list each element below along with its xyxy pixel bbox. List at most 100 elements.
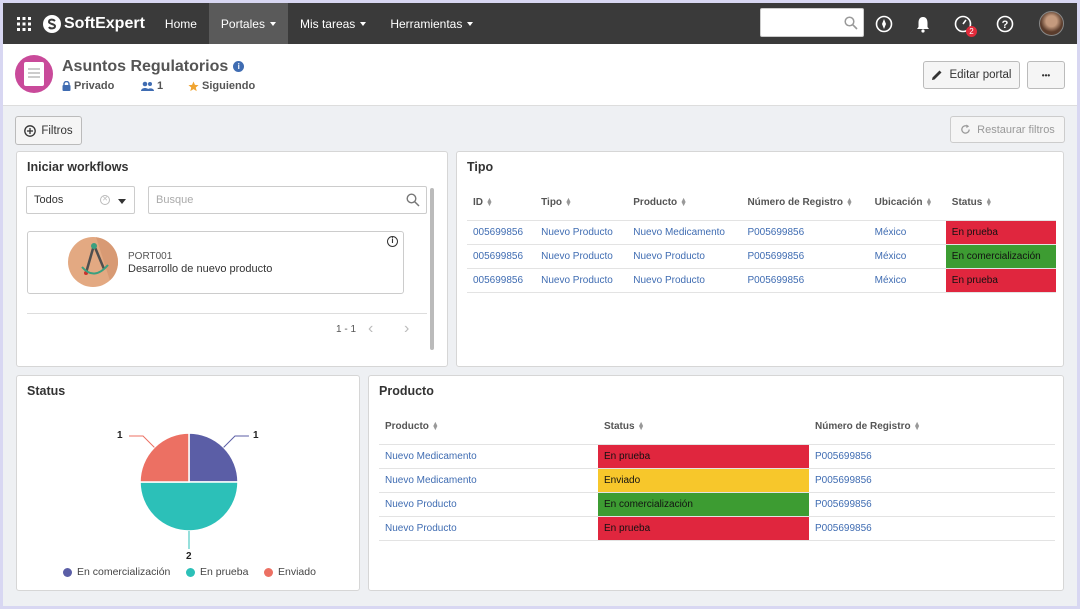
column-header[interactable]: Status ▲ ▼ xyxy=(598,410,809,444)
cell-link[interactable]: México xyxy=(875,227,907,238)
cell-link[interactable]: Nuevo Producto xyxy=(633,275,705,286)
legend-item[interactable]: Enviado xyxy=(264,566,316,578)
cell-link[interactable]: Nuevo Producto xyxy=(541,227,613,238)
workflow-card[interactable]: PORT001 Desarrollo de nuevo producto i xyxy=(27,231,404,294)
status-badge: En prueba xyxy=(598,443,809,468)
cell-link[interactable]: México xyxy=(875,275,907,286)
legend-item[interactable]: En comercialización xyxy=(63,566,170,578)
refresh-icon xyxy=(961,124,970,134)
cell-link[interactable]: P005699856 xyxy=(815,475,872,486)
pie-slice-en-prueba[interactable] xyxy=(139,481,239,532)
column-header[interactable]: Ubicación ▲ ▼ xyxy=(869,186,946,220)
cell-link[interactable]: 005699856 xyxy=(473,275,523,286)
table-cell: Nuevo Producto xyxy=(379,515,598,541)
table-row[interactable]: 005699856 Nuevo Producto Nuevo Producto P00… xyxy=(467,243,1056,268)
status-badge: Enviado xyxy=(598,467,809,492)
timer-icon[interactable]: 2 xyxy=(953,14,977,37)
cell-link[interactable]: P005699856 xyxy=(747,251,804,262)
chevron-left-icon[interactable]: ‹ xyxy=(368,320,373,338)
global-search-input[interactable] xyxy=(760,8,864,37)
data-label: 1 xyxy=(252,430,259,442)
legend-swatch xyxy=(264,567,273,577)
cell-link[interactable]: Nuevo Medicamento xyxy=(385,451,477,462)
table-cell: Nuevo Producto xyxy=(627,267,742,293)
cell-link[interactable]: Nuevo Producto xyxy=(385,523,457,534)
chevron-right-icon[interactable]: › xyxy=(404,320,409,338)
column-header-label: Producto xyxy=(633,197,678,209)
table-row[interactable]: Nuevo Medicamento Enviado P005699856 xyxy=(379,467,1055,492)
cell-link[interactable]: P005699856 xyxy=(747,227,804,238)
cell-link[interactable]: P005699856 xyxy=(747,275,804,286)
column-header[interactable]: Número de Registro ▲ ▼ xyxy=(809,410,1055,444)
chevron-down-icon[interactable] xyxy=(118,199,126,204)
column-header[interactable]: Tipo ▲ ▼ xyxy=(535,186,627,220)
cell-link[interactable]: Nuevo Producto xyxy=(541,251,613,262)
following-label: Siguiendo xyxy=(202,80,256,92)
column-header[interactable]: Producto ▲ ▼ xyxy=(627,186,741,220)
cell-link[interactable]: Nuevo Producto xyxy=(541,275,613,286)
user-avatar[interactable] xyxy=(1039,11,1064,36)
sort-icon: ▲ ▼ xyxy=(925,196,933,208)
table-row[interactable]: 005699856 Nuevo Producto Nuevo Producto P00… xyxy=(467,267,1056,293)
edit-portal-button[interactable]: Editar portal xyxy=(923,61,1020,89)
main-nav: Home Portales Mis tareas Herramientas xyxy=(153,3,485,44)
nav-item-portales[interactable]: Portales xyxy=(208,3,288,44)
star-icon xyxy=(188,80,199,91)
nav-item-herramientas[interactable]: Herramientas xyxy=(378,3,485,44)
leader-line xyxy=(129,435,155,448)
workflow-search-input[interactable]: Busque xyxy=(148,186,427,214)
cell-link[interactable]: Nuevo Medicamento xyxy=(633,227,725,238)
column-header[interactable]: Producto ▲ ▼ xyxy=(379,410,598,444)
cell-link[interactable]: Nuevo Producto xyxy=(633,251,705,262)
nav-item-mis-tareas[interactable]: Mis tareas xyxy=(288,3,378,44)
legend-label: En prueba xyxy=(200,566,249,578)
legend-label: En comercialización xyxy=(77,566,171,578)
status-panel: Status En comercialización En prueba Envia… xyxy=(16,375,360,591)
table-cell: México xyxy=(868,219,946,244)
cell-link[interactable]: P005699856 xyxy=(815,499,872,510)
apps-grid-icon[interactable] xyxy=(9,3,39,44)
info-icon[interactable]: i xyxy=(233,61,245,72)
more-options-button[interactable]: ••• xyxy=(1027,61,1065,89)
portal-header: Asuntos Regulatorios i Privado 1 Siguiend… xyxy=(3,44,1077,106)
cell-link[interactable]: P005699856 xyxy=(815,451,872,462)
page-title: Asuntos Regulatorios i xyxy=(62,58,245,76)
cell-link[interactable]: Nuevo Medicamento xyxy=(385,475,477,486)
members-label: 1 xyxy=(157,80,164,92)
compass-icon[interactable] xyxy=(874,14,894,34)
table-cell: Nuevo Producto xyxy=(535,243,628,268)
members-count[interactable]: 1 xyxy=(141,80,163,92)
data-label: 2 xyxy=(186,551,192,562)
cell-link[interactable]: P005699856 xyxy=(815,523,872,534)
workflow-type-select[interactable]: Todos ✕ xyxy=(26,186,135,214)
cell-link[interactable]: 005699856 xyxy=(473,251,523,262)
column-header[interactable]: ID ▲ ▼ xyxy=(467,186,535,220)
bell-icon[interactable] xyxy=(913,14,933,34)
search-icon xyxy=(844,16,858,30)
reset-filters-button[interactable]: Restaurar filtros xyxy=(950,116,1065,143)
legend-item[interactable]: En prueba xyxy=(186,566,248,578)
help-icon[interactable]: ? xyxy=(995,14,1015,34)
sort-icon: ▲ ▼ xyxy=(846,196,853,208)
table-row[interactable]: Nuevo Medicamento En prueba P005699856 xyxy=(379,443,1055,468)
table-row[interactable]: Nuevo Producto En prueba P005699856 xyxy=(379,515,1055,541)
cell-link[interactable]: Nuevo Producto xyxy=(385,499,457,510)
search-icon[interactable] xyxy=(406,193,420,207)
filters-button[interactable]: Filtros xyxy=(15,116,82,145)
nav-item-label: Portales xyxy=(220,16,265,31)
cell-link[interactable]: 005699856 xyxy=(473,227,523,238)
brand-logo[interactable]: SoftExpert xyxy=(43,14,145,33)
following-status[interactable]: Siguiendo xyxy=(188,80,255,92)
info-icon[interactable]: i xyxy=(387,236,398,247)
reset-filters-label: Restaurar filtros xyxy=(977,123,1055,136)
nav-item-home[interactable]: Home xyxy=(153,3,209,44)
table-row[interactable]: Nuevo Producto En comercialización P005699… xyxy=(379,491,1055,516)
column-header[interactable]: Status ▲ ▼ xyxy=(946,186,1056,220)
cell-link[interactable]: México xyxy=(875,251,907,262)
table-row[interactable]: 005699856 Nuevo Producto Nuevo Medicamento… xyxy=(467,219,1056,244)
scrollbar[interactable] xyxy=(430,188,434,350)
column-header[interactable]: Número de Registro ▲ ▼ xyxy=(741,186,868,220)
sort-icon: ▲ ▼ xyxy=(565,196,572,208)
clear-icon[interactable]: ✕ xyxy=(100,195,110,205)
column-header-label: Tipo xyxy=(541,197,563,209)
